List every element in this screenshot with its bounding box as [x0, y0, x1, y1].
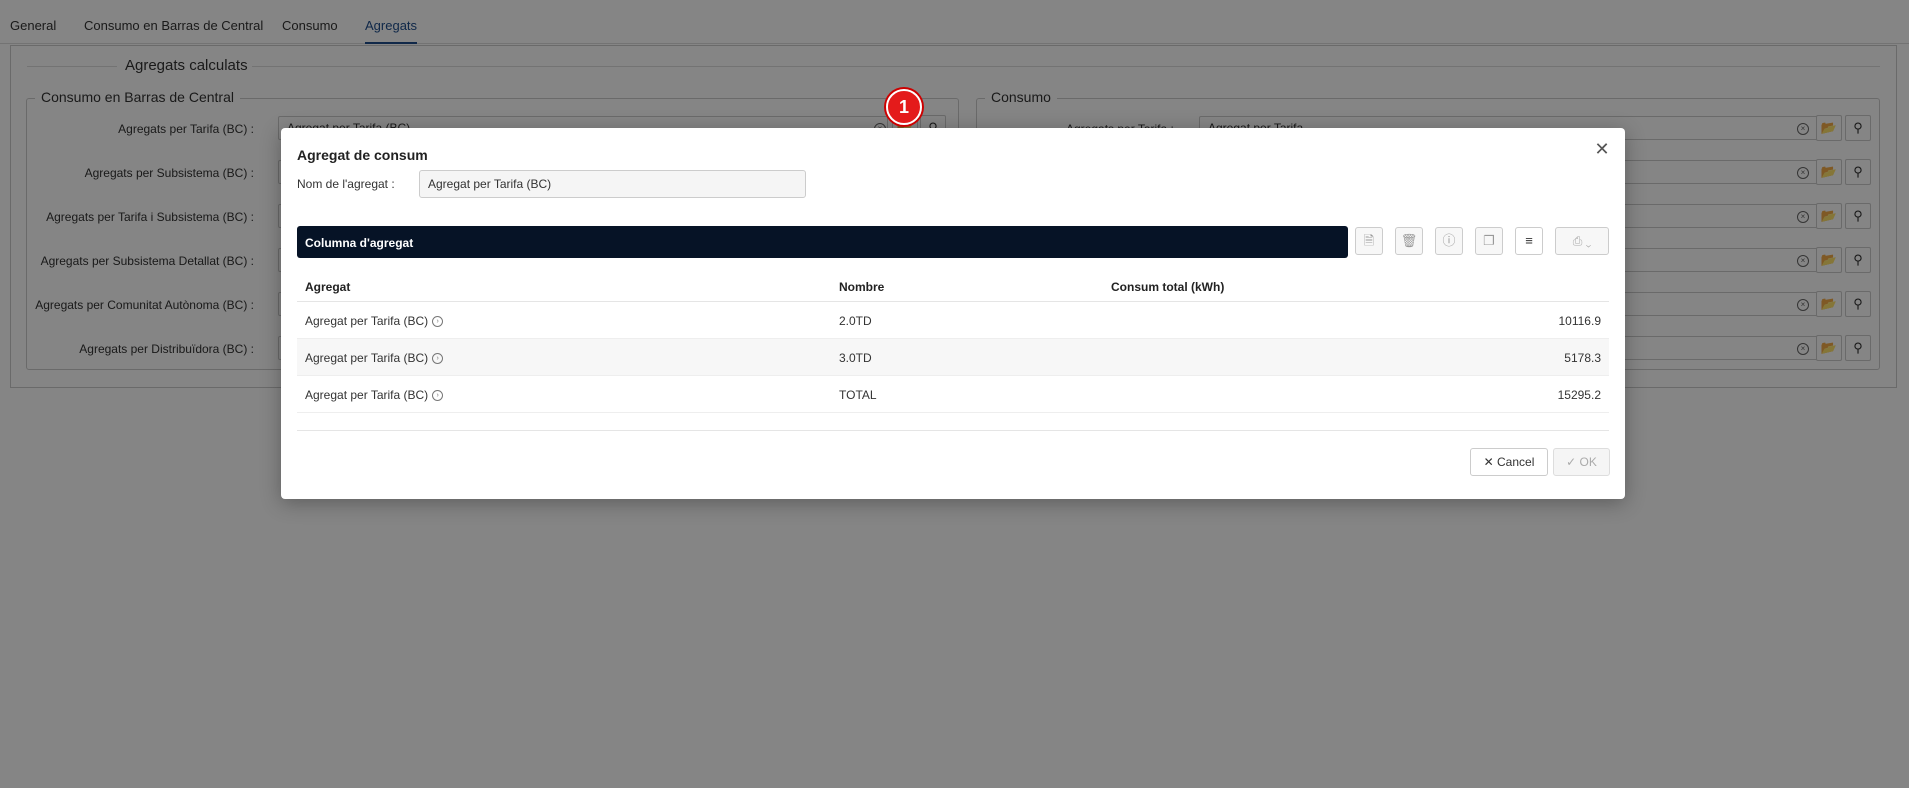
close-icon: ✕	[1483, 455, 1494, 469]
cancel-button[interactable]: ✕ Cancel	[1470, 448, 1548, 476]
table-header: Agregat Nombre Consum total (kWh)	[297, 269, 1609, 302]
checkmark-icon: ✓	[1566, 455, 1577, 469]
cell-nombre: 3.0TD	[839, 351, 872, 365]
cell-nombre: 2.0TD	[839, 314, 872, 328]
cell-consum: 10116.9	[1558, 314, 1602, 328]
table-row[interactable]: Agregat per Tarifa (BC) › TOTAL 15295.2	[297, 376, 1609, 413]
agregat-dialog: Agregat de consum ✕ Nom de l'agregat : C…	[281, 128, 1625, 499]
name-label: Nom de l'agregat :	[297, 177, 395, 191]
copy-icon[interactable]: ❐	[1475, 227, 1503, 255]
align-left-icon[interactable]: ≡	[1515, 227, 1543, 255]
printer-icon: ⎙	[1572, 234, 1583, 248]
column-header-nombre[interactable]: Nombre	[839, 280, 884, 294]
arrow-circle-icon[interactable]: ›	[432, 390, 444, 402]
cell-nombre: TOTAL	[839, 388, 877, 402]
grid-title-bar: Columna d'agregat	[297, 226, 1348, 258]
chevron-down-icon: ⌄	[1585, 234, 1592, 248]
close-icon[interactable]: ✕	[1593, 140, 1611, 158]
arrow-circle-icon[interactable]: ›	[432, 353, 444, 365]
step-badge: 1	[886, 89, 922, 125]
print-menu-button[interactable]: ⎙ ⌄	[1555, 227, 1609, 255]
info-icon[interactable]: ⓘ	[1435, 227, 1463, 255]
table-row[interactable]: Agregat per Tarifa (BC) › 3.0TD 5178.3	[297, 339, 1609, 376]
arrow-circle-icon[interactable]: ›	[432, 316, 444, 328]
agregat-table: Agregat Nombre Consum total (kWh) Agrega…	[297, 269, 1609, 413]
cell-consum: 5178.3	[1564, 351, 1601, 365]
column-header-consum[interactable]: Consum total (kWh)	[1111, 280, 1224, 294]
cell-agregat: Agregat per Tarifa (BC) ›	[305, 314, 444, 328]
cell-agregat: Agregat per Tarifa (BC) ›	[305, 351, 444, 365]
dialog-title: Agregat de consum	[297, 147, 428, 163]
trash-icon[interactable]: 🗑	[1395, 227, 1423, 255]
divider	[297, 430, 1609, 431]
agregat-name-input[interactable]	[419, 170, 806, 198]
cell-consum: 15295.2	[1557, 388, 1601, 402]
table-row[interactable]: Agregat per Tarifa (BC) › 2.0TD 10116.9	[297, 302, 1609, 339]
new-document-icon[interactable]: 🗎	[1355, 227, 1383, 255]
cell-agregat: Agregat per Tarifa (BC) ›	[305, 388, 444, 402]
ok-button[interactable]: ✓ OK	[1553, 448, 1610, 476]
column-header-agregat[interactable]: Agregat	[305, 280, 350, 294]
